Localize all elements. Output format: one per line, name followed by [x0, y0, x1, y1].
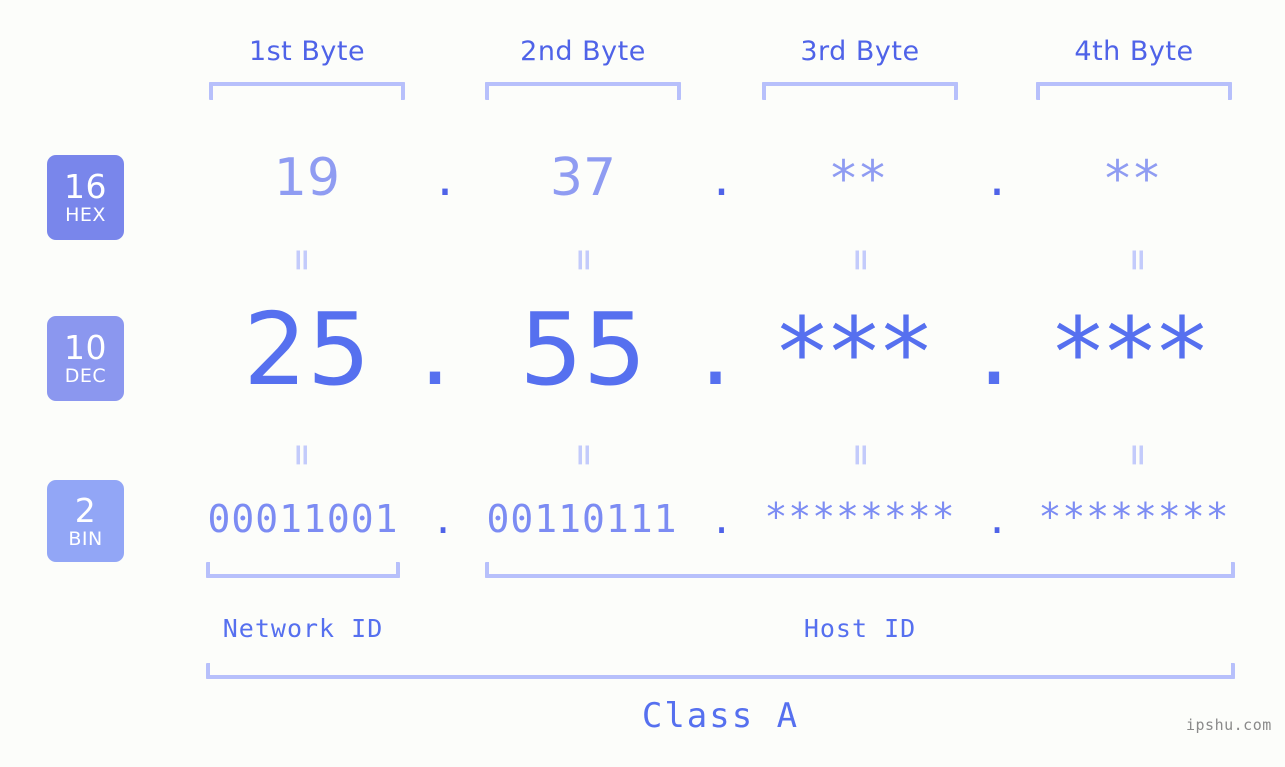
equals-sign-dec-bin-1: =	[284, 435, 319, 475]
dec-byte-value-4: ***	[1054, 297, 1210, 409]
class-bracket	[206, 663, 1235, 679]
bin-byte-value-2: 00110111	[486, 497, 678, 541]
hex-separator-3: .	[988, 148, 1006, 208]
base-badge-hex: 16 HEX	[47, 155, 124, 240]
byte-header-label-4: 4th Byte	[1074, 36, 1194, 67]
equals-glyph: =	[284, 442, 319, 468]
byte-bracket-4	[1036, 82, 1232, 100]
hex-byte-value-4: **	[1105, 150, 1163, 208]
equals-sign-hex-dec-1: =	[284, 240, 319, 280]
bin-byte-value-3: ********	[764, 495, 956, 539]
equals-glyph: =	[843, 442, 878, 468]
equals-glyph: =	[284, 247, 319, 273]
hex-byte-value-3: **	[831, 150, 889, 208]
equals-sign-hex-dec-4: =	[1120, 240, 1155, 280]
hex-byte-value-1: 19	[273, 148, 341, 208]
dec-separator-1: .	[419, 291, 451, 408]
byte-header-label-1: 1st Byte	[248, 36, 366, 67]
base-badge-bin: 2 BIN	[47, 480, 124, 562]
equals-glyph: =	[1120, 247, 1155, 273]
base-badge-hex-name: HEX	[65, 204, 106, 226]
hex-separator-1: .	[436, 148, 454, 208]
network-id-bracket	[206, 562, 400, 578]
equals-glyph: =	[1120, 442, 1155, 468]
equals-sign-dec-bin-2: =	[566, 435, 601, 475]
ip-address-breakdown-diagram: 1st Byte 2nd Byte 3rd Byte 4th Byte 16 H…	[0, 0, 1285, 767]
equals-sign-dec-bin-3: =	[843, 435, 878, 475]
byte-header-label-3: 3rd Byte	[800, 36, 920, 67]
dec-byte-value-3: ***	[778, 297, 934, 409]
base-badge-hex-number: 16	[64, 167, 107, 206]
bin-separator-2: .	[714, 490, 729, 544]
hex-byte-value-2: 37	[549, 148, 617, 208]
hex-separator-2: .	[713, 148, 730, 208]
host-id-bracket	[485, 562, 1235, 578]
equals-sign-dec-bin-4: =	[1120, 435, 1155, 475]
base-badge-dec-name: DEC	[64, 365, 107, 387]
bin-byte-value-1: 00011001	[207, 497, 399, 541]
site-watermark: ipshu.com	[1186, 716, 1272, 734]
base-badge-dec: 10 DEC	[47, 316, 124, 401]
host-id-label: Host ID	[803, 614, 917, 643]
network-id-label: Network ID	[222, 614, 384, 643]
class-label: Class A	[641, 696, 800, 736]
dec-separator-3: .	[978, 291, 1010, 408]
base-badge-bin-number: 2	[74, 490, 97, 530]
dec-byte-value-1: 25	[243, 291, 371, 408]
byte-bracket-2	[485, 82, 681, 100]
dec-byte-value-2: 55	[519, 291, 647, 408]
byte-bracket-1	[209, 82, 405, 100]
byte-header-label-2: 2nd Byte	[520, 36, 646, 67]
equals-glyph: =	[843, 247, 878, 273]
byte-bracket-3	[762, 82, 958, 100]
equals-sign-hex-dec-2: =	[566, 240, 601, 280]
base-badge-dec-number: 10	[64, 328, 107, 367]
bin-byte-value-4: ********	[1038, 495, 1230, 539]
equals-glyph: =	[566, 442, 601, 468]
bin-separator-3: .	[989, 490, 1005, 544]
base-badge-bin-name: BIN	[68, 527, 103, 550]
equals-glyph: =	[566, 247, 601, 273]
bin-separator-1: .	[435, 490, 451, 544]
dec-separator-2: .	[699, 291, 732, 408]
equals-sign-hex-dec-3: =	[843, 240, 878, 280]
